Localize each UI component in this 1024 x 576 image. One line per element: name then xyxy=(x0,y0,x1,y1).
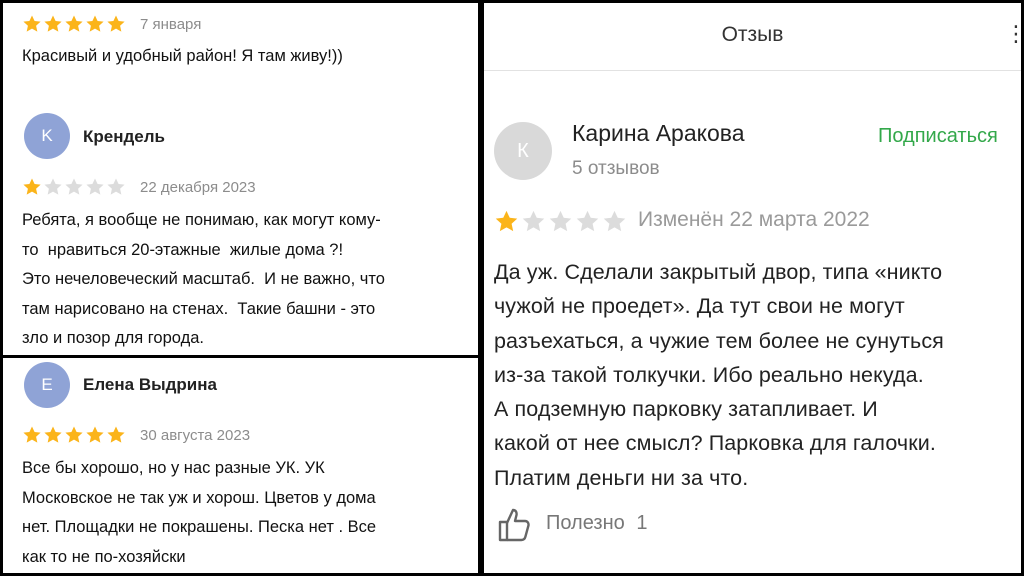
page-title: Отзыв xyxy=(721,23,784,46)
star-filled-icon xyxy=(22,177,42,197)
avatar[interactable]: K xyxy=(24,113,70,159)
star-filled-icon xyxy=(64,425,84,445)
star-empty-icon xyxy=(43,177,63,197)
header-divider xyxy=(484,70,1021,71)
review-text: Ребята, я вообще не понимаю, как могут к… xyxy=(22,211,385,347)
star-filled-icon xyxy=(22,425,42,445)
star-filled-icon xyxy=(64,14,84,34)
star-filled-icon xyxy=(43,14,63,34)
avatar[interactable]: К xyxy=(494,122,552,180)
review-date: 30 августа 2023 xyxy=(140,427,251,444)
review-panel-top-left: 7 января Красивый и удобный район! Я там… xyxy=(3,3,478,355)
star-filled-icon xyxy=(85,14,105,34)
review-date: 22 декабря 2023 xyxy=(140,179,256,196)
rating-stars xyxy=(22,14,127,34)
star-empty-icon xyxy=(575,209,600,234)
review-count: 5 отзывов xyxy=(572,158,660,179)
review-date: Изменён 22 марта 2022 xyxy=(638,208,870,231)
more-dots-icon[interactable]: ⋮ xyxy=(1005,21,1021,47)
star-filled-icon xyxy=(22,14,42,34)
rating-stars xyxy=(494,209,629,234)
review-text: Да уж. Сделали закрытый двор, типа «никт… xyxy=(494,260,944,490)
rating-stars xyxy=(22,425,127,445)
review-text: Красивый и удобный район! Я там живу!)) xyxy=(22,47,343,65)
star-empty-icon xyxy=(85,177,105,197)
star-empty-icon xyxy=(106,177,126,197)
avatar-letter: Е xyxy=(41,375,53,394)
review-date: 7 января xyxy=(140,16,202,33)
star-filled-icon xyxy=(106,425,126,445)
star-filled-icon xyxy=(85,425,105,445)
useful-button[interactable]: Полезно 1 xyxy=(546,512,647,535)
star-filled-icon xyxy=(43,425,63,445)
review-text: Все бы хорошо, но у нас разные УК. УК Мо… xyxy=(22,459,377,566)
reviewer-name[interactable]: Крендель xyxy=(83,127,165,147)
star-filled-icon xyxy=(106,14,126,34)
reviewer-name[interactable]: Карина Аракова xyxy=(572,120,745,147)
reviewer-name[interactable]: Елена Выдрина xyxy=(83,375,217,395)
rating-stars xyxy=(22,177,127,197)
avatar-letter: K xyxy=(41,126,53,145)
star-filled-icon xyxy=(494,209,519,234)
star-empty-icon xyxy=(521,209,546,234)
review-detail-panel: ‹ Отзыв ⋮ К Карина Аракова 5 отзывов Под… xyxy=(484,3,1021,573)
avatar[interactable]: Е xyxy=(24,362,70,408)
review-panel-bottom-left: Е Елена Выдрина 30 августа 2023 Все бы х… xyxy=(3,358,478,573)
useful-count: 1 xyxy=(636,512,648,534)
thumbs-up-icon[interactable] xyxy=(497,506,531,542)
star-empty-icon xyxy=(64,177,84,197)
avatar-letter: К xyxy=(517,139,529,162)
useful-label: Полезно xyxy=(546,512,625,534)
star-empty-icon xyxy=(548,209,573,234)
subscribe-button[interactable]: Подписаться xyxy=(878,125,998,148)
star-empty-icon xyxy=(602,209,627,234)
